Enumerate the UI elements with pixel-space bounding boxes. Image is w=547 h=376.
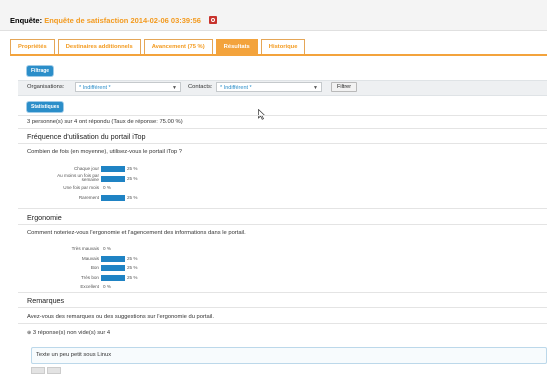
power-icon[interactable] — [209, 16, 218, 24]
chart-bar — [101, 194, 125, 201]
object-name: Enquête de satisfaction 2014-02-06 03:39… — [44, 16, 201, 25]
divider — [18, 143, 547, 144]
chart-row: Bon — [0, 265, 101, 271]
question-title: Remarques — [27, 296, 65, 305]
question-title: Fréquence d'utilisation du portail iTop — [27, 132, 146, 141]
divider — [18, 307, 547, 308]
filter-button[interactable]: Filtrer — [331, 82, 358, 92]
answer-box: Texte un peu petit sous Linux — [31, 347, 547, 364]
chart-value-label: 25 % — [127, 166, 138, 171]
chart-category-label: Excellent — [80, 284, 99, 289]
chart-category-label: Chaque jour — [73, 166, 99, 171]
chart-value-label: 25 % — [127, 175, 138, 181]
expand-icon: ⊕ — [27, 330, 32, 336]
divider — [18, 292, 547, 293]
tab-resultats[interactable]: Résultats — [215, 39, 258, 54]
tab-historique[interactable]: Historique — [260, 39, 306, 54]
response-summary: 3 personne(s) sur 4 ont répondu (Taux de… — [27, 119, 183, 125]
page-header: Enquête: Enquête de satisfaction 2014-02… — [0, 0, 547, 31]
tab-avancement[interactable]: Avancement (75 %) — [143, 39, 213, 54]
scrollbar-handle[interactable] — [47, 367, 61, 374]
chart-row: Une fois par mois — [0, 185, 101, 191]
org-label: Organisations: — [27, 84, 65, 90]
question-text: Comment noteriez-vous l'ergonomie et l'a… — [27, 230, 246, 236]
chart-category-label: Bon — [90, 265, 99, 270]
chart-value-label: 0 % — [103, 246, 111, 251]
divider — [18, 115, 547, 116]
org-select[interactable]: * Indifférent * ▼ — [75, 82, 181, 92]
chart-bar — [101, 166, 125, 172]
results-panel — [10, 54, 547, 376]
divider — [18, 128, 547, 129]
question-text: Avez-vous des remarques ou des suggestio… — [27, 314, 214, 320]
chart-category-label: Au moins un fois par semaine — [57, 172, 99, 183]
title-prefix: Enquête: — [10, 16, 43, 25]
chart-bar — [101, 175, 125, 182]
chart-bar — [101, 274, 125, 281]
answer-text: Texte un peu petit sous Linux — [36, 352, 112, 358]
contact-select[interactable]: * Indifférent * ▼ — [216, 82, 322, 92]
chart-value-label: 25 % — [127, 255, 138, 261]
chart-value-label: 25 % — [127, 274, 138, 280]
page-title: Enquête: Enquête de satisfaction 2014-02… — [10, 16, 218, 25]
question-text: Combien de fois (en moyenne), utilisez-v… — [27, 149, 182, 155]
answers-toggle[interactable]: ⊕ 3 réponse(s) non vide(s) sur 4 — [27, 330, 110, 336]
question-title: Ergonomie — [27, 213, 62, 222]
chart-category-label: Une fois par mois — [63, 185, 99, 190]
tab-bar: Propriétés Destinaires additionnels Avan… — [10, 39, 306, 54]
divider — [18, 323, 547, 324]
divider — [18, 224, 547, 225]
chart-row: Rarement — [0, 195, 101, 201]
chart-value-label: 0 % — [103, 185, 111, 190]
contact-select-value: * Indifférent * — [220, 85, 252, 91]
contact-label: Contacts: — [188, 84, 213, 90]
chart-category-label: Très mauvais — [71, 246, 99, 251]
chart-bar — [101, 265, 125, 271]
chart-row: Mauvais — [0, 256, 101, 262]
filter-section-button[interactable]: Filtrage — [27, 66, 54, 76]
chevron-down-icon: ▼ — [313, 85, 318, 91]
chart-row: Excellent — [0, 284, 101, 290]
chevron-down-icon: ▼ — [172, 85, 177, 91]
chart-bar — [101, 255, 125, 262]
chart-category-label: Mauvais — [81, 255, 99, 261]
org-select-value: * Indifférent * — [79, 85, 111, 91]
chart-value-label: 25 % — [127, 194, 138, 200]
chart-category-label: Très bon — [81, 274, 99, 280]
chart-row: Chaque jour — [0, 166, 101, 172]
stats-section-button[interactable]: Statistiques — [27, 102, 64, 112]
tab-destinataires[interactable]: Destinaires additionnels — [57, 39, 141, 54]
answers-toggle-label: 3 réponse(s) non vide(s) sur 4 — [32, 330, 111, 336]
chart-value-label: 0 % — [103, 284, 111, 289]
chart-value-label: 25 % — [127, 265, 138, 270]
divider — [18, 208, 547, 209]
tab-proprietes[interactable]: Propriétés — [10, 39, 55, 54]
chart-row: Au moins un fois par semaine — [0, 172, 101, 183]
scrollbar-handle[interactable] — [31, 367, 45, 374]
chart-row: Très bon — [0, 275, 101, 281]
chart-category-label: Rarement — [78, 194, 99, 200]
chart-row: Très mauvais — [0, 246, 101, 252]
